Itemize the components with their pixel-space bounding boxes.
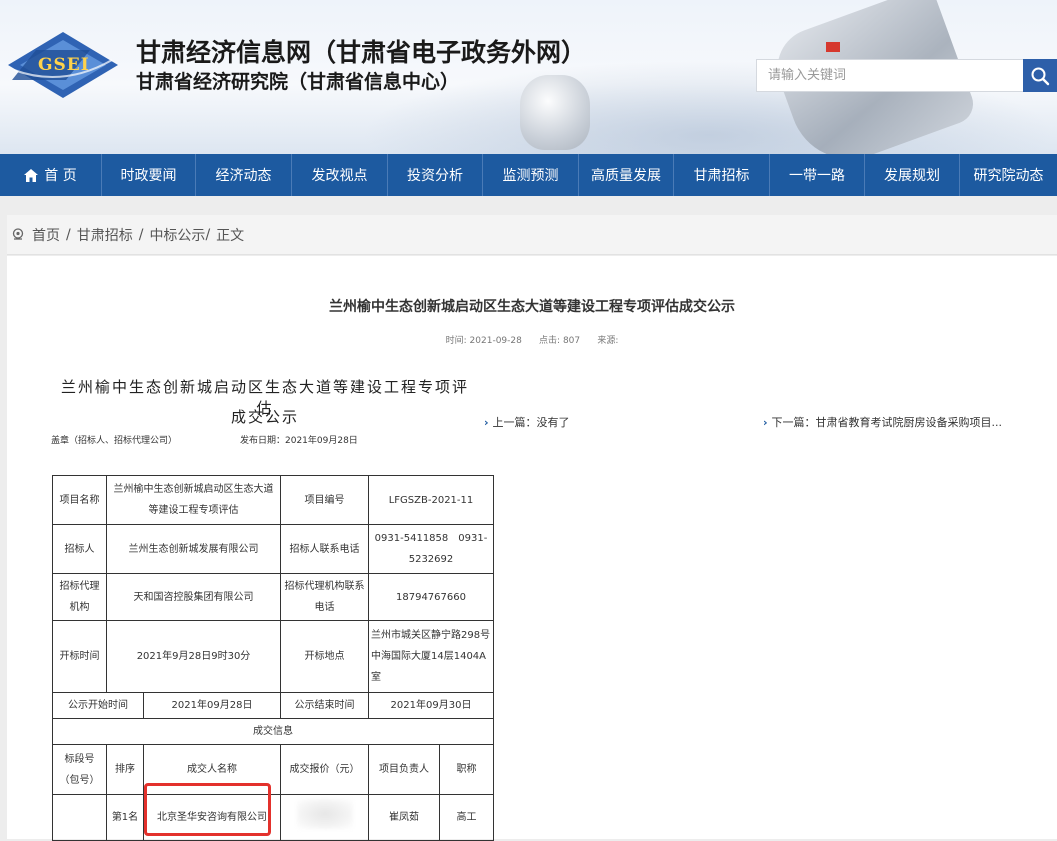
document-heading-line2: 成交公示 — [230, 408, 299, 426]
table-cell-value: 2021年9月28日9时30分 — [106, 620, 281, 693]
nav-item-label: 甘肃招标 — [693, 168, 750, 184]
document-issuer: 盖章（招标人、招标代理公司） — [51, 436, 178, 446]
blurred-price — [296, 798, 353, 829]
table-column-header: 排序 — [106, 744, 144, 795]
nav-item-quality[interactable]: 高质量发展 — [579, 154, 673, 196]
table-cell-label: 公示开始时间 — [52, 692, 144, 719]
table-column-header: 成交报价（元） — [280, 744, 369, 795]
header-banner-astronaut — [520, 75, 590, 150]
table-cell-label: 开标地点 — [280, 620, 369, 693]
table-column-header: 标段号（包号） — [52, 744, 107, 795]
breadcrumb-award-notice[interactable]: 中标公示 — [149, 225, 205, 245]
table-cell-value: LFGSZB-2021-11 — [368, 475, 494, 525]
nav-item-investment[interactable]: 投资分析 — [388, 154, 482, 196]
nav-item-label: 研究院动态 — [973, 168, 1044, 184]
header-banner-flag — [826, 42, 840, 52]
table-section-header: 成交信息 — [52, 718, 494, 745]
meta-time-label: 时间: — [445, 336, 467, 346]
nav-item-institute[interactable]: 研究院动态 — [960, 154, 1057, 196]
breadcrumb-current: 正文 — [216, 227, 245, 244]
nav-item-planning[interactable]: 发展规划 — [865, 154, 959, 196]
search-icon — [1031, 67, 1050, 85]
nav-item-label: 经济动态 — [215, 168, 272, 184]
nav-item-label: 时政要闻 — [120, 168, 177, 184]
table-cell-lot — [52, 794, 107, 841]
nav-item-belt-road[interactable]: 一带一路 — [770, 154, 864, 196]
table-column-header: 成交人名称 — [143, 744, 281, 795]
table-cell-rank: 第1名 — [106, 794, 144, 841]
table-cell-label: 招标代理机构 — [52, 573, 107, 621]
site-header: GSEI 甘肃经济信息网（甘肃省电子政务外网） 甘肃省经济研究院（甘肃省信息中心… — [0, 0, 1057, 154]
table-cell-title: 高工 — [439, 794, 494, 841]
table-row: 第1名 北京圣华安咨询有限公司 崔凤茹 高工 — [52, 794, 494, 841]
table-cell-value: 2021年09月28日 — [143, 692, 281, 719]
search-box — [756, 59, 1024, 92]
meta-source-label: 来源: — [597, 336, 619, 346]
nav-item-monitoring[interactable]: 监测预测 — [483, 154, 578, 196]
location-pin-icon — [12, 227, 24, 240]
nav-item-economy[interactable]: 经济动态 — [196, 154, 291, 196]
nav-item-reform[interactable]: 发改视点 — [292, 154, 387, 196]
nav-item-label: 一带一路 — [789, 168, 845, 184]
award-info-table: 项目名称 兰州榆中生态创新城启动区生态大道等建设工程专项评估 项目编号 LFGS… — [52, 475, 494, 841]
nav-item-label: 发改视点 — [311, 168, 368, 184]
next-article-link[interactable]: › 下一篇：甘肃省教育考试院厨房设备采购项目... — [763, 414, 1002, 430]
logo-text: GSEI — [38, 55, 90, 75]
document-date: 发布日期：2021年09月28日 — [240, 436, 358, 446]
table-column-header: 项目负责人 — [368, 744, 440, 795]
table-cell-value: 兰州生态创新城发展有限公司 — [106, 524, 281, 574]
next-article-label: 下一篇：甘肃省教育考试院厨房设备采购项目... — [771, 416, 1003, 429]
breadcrumb: 首页 / 甘肃招标 / 中标公示 / 正文 — [7, 215, 1057, 255]
table-cell-value: 0931-5411858 0931-5232692 — [368, 524, 494, 574]
meta-clicks: 807 — [562, 336, 581, 346]
home-icon — [24, 168, 39, 182]
nav-item-label: 投资分析 — [407, 168, 463, 184]
meta-time: 2021-09-28 — [469, 336, 522, 346]
table-cell-label: 招标代理机构联系电话 — [280, 573, 369, 621]
breadcrumb-bidding[interactable]: 甘肃招标 — [77, 225, 133, 245]
nav-item-label: 发展规划 — [884, 168, 940, 184]
site-title[interactable]: 甘肃经济信息网（甘肃省电子政务外网） — [136, 33, 586, 69]
chevron-right-icon: › — [484, 416, 489, 429]
table-cell-label: 招标人联系电话 — [280, 524, 369, 574]
breadcrumb-separator: / — [66, 226, 71, 243]
site-subtitle: 甘肃省经济研究院（甘肃省信息中心） — [136, 71, 460, 93]
meta-clicks-label: 点击: — [539, 336, 561, 346]
search-input[interactable] — [757, 60, 1023, 91]
table-cell-winner: 北京圣华安咨询有限公司 — [143, 794, 281, 841]
prev-article-label: 上一篇：没有了 — [492, 416, 570, 429]
article-content: 兰州榆中生态创新城启动区生态大道等建设工程专项评估成交公示 时间: 2021-0… — [7, 256, 1057, 841]
article-title: 兰州榆中生态创新城启动区生态大道等建设工程专项评估成交公示 — [329, 299, 735, 315]
chevron-right-icon: › — [763, 416, 768, 429]
table-cell-value: 天和国咨控股集团有限公司 — [106, 573, 281, 621]
breadcrumb-home[interactable]: 首页 — [32, 225, 60, 245]
table-cell-manager: 崔凤茹 — [368, 794, 440, 841]
table-cell-label: 项目名称 — [52, 475, 107, 525]
table-cell-value: 2021年09月30日 — [368, 692, 494, 719]
table-cell-value: 兰州市城关区静宁路298号中海国际大厦14层1404A室 — [368, 620, 494, 693]
table-cell-value: 18794767660 — [368, 573, 494, 621]
nav-item-home[interactable]: 首 页 — [0, 154, 101, 196]
table-column-header: 职称 — [439, 744, 494, 795]
prev-article-link[interactable]: › 上一篇：没有了 — [484, 414, 570, 430]
nav-item-bidding[interactable]: 甘肃招标 — [674, 154, 769, 196]
main-nav: 首 页 时政要闻 经济动态 发改视点 投资分析 监测预测 高质量发展 甘肃招标 … — [0, 154, 1057, 196]
article-meta: 时间: 2021-09-28 点击: 807 来源: — [7, 333, 1057, 346]
table-cell-label: 项目编号 — [280, 475, 369, 525]
nav-item-label: 首 页 — [44, 168, 77, 184]
breadcrumb-separator: / — [138, 226, 144, 243]
nav-item-label: 监测预测 — [502, 168, 559, 184]
table-cell-label: 公示结束时间 — [280, 692, 369, 719]
table-cell-label: 招标人 — [52, 524, 107, 574]
table-cell-price — [280, 794, 369, 841]
nav-item-label: 高质量发展 — [591, 168, 661, 184]
breadcrumb-separator: / — [205, 226, 211, 243]
table-cell-value: 兰州榆中生态创新城启动区生态大道等建设工程专项评估 — [106, 475, 281, 525]
nav-item-politics[interactable]: 时政要闻 — [102, 154, 195, 196]
search-button[interactable] — [1023, 59, 1057, 92]
table-cell-label: 开标时间 — [52, 620, 107, 693]
